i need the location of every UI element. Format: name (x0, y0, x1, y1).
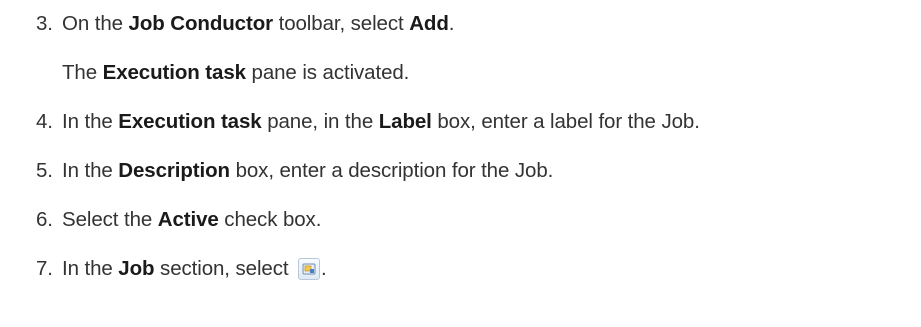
ui-term: Label (378, 110, 432, 133)
step-5: 5. In the Description box, enter a descri… (36, 159, 553, 183)
step-text: pane, in the (261, 110, 379, 133)
step-text: In the (62, 159, 119, 182)
step-text: On the (62, 12, 129, 35)
step-text: In the (62, 257, 119, 280)
step-6: 6. Select the Active check box. (36, 208, 321, 232)
step-text: pane is activated. (245, 61, 410, 84)
step-text: In the (62, 110, 119, 133)
select-job-icon (298, 258, 321, 280)
ui-term: Job (118, 257, 155, 280)
ui-term: Execution task (118, 110, 262, 133)
step-text: toolbar, select (273, 12, 410, 35)
step-text: box, enter a label for the Job. (431, 110, 700, 133)
step-number: 7. (36, 257, 53, 280)
step-number: 4. (36, 110, 53, 133)
step-4: 4. In the Execution task pane, in the Lab… (36, 110, 700, 134)
step-3: 3. On the Job Conductor toolbar, select A… (36, 12, 454, 36)
step-number: 3. (36, 12, 53, 35)
step-3-result: The Execution task pane is activated. (62, 61, 409, 85)
procedure-document: 3. On the Job Conductor toolbar, select A… (0, 0, 921, 327)
ui-term: Job Conductor (128, 12, 274, 35)
step-text: box, enter a description for the Job. (229, 159, 554, 182)
step-text: section, select (154, 257, 295, 280)
step-number: 6. (36, 208, 53, 231)
ui-term: Execution task (102, 61, 246, 84)
ui-term: Add (409, 12, 449, 35)
step-7: 7. In the Job section, select . (36, 257, 327, 281)
step-text: . (448, 12, 455, 35)
step-text: . (321, 257, 327, 280)
ui-term: Description (118, 159, 230, 182)
ui-term: Active (157, 208, 219, 231)
step-text: check box. (218, 208, 322, 231)
step-text: The (62, 61, 103, 84)
step-number: 5. (36, 159, 53, 182)
step-text: Select the (62, 208, 158, 231)
